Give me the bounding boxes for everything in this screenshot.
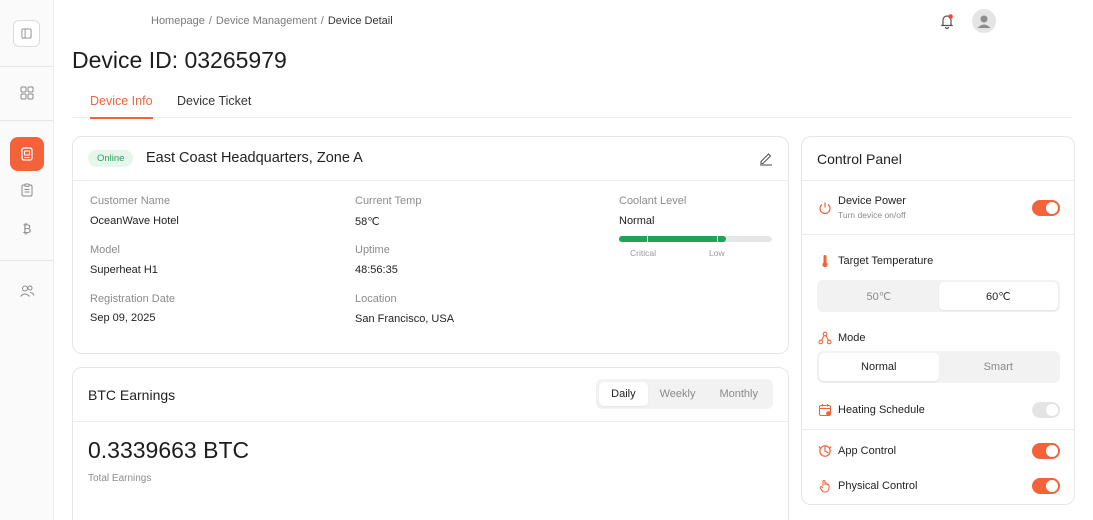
clipboard-icon [21, 183, 33, 197]
sidebar-toggle-button[interactable] [13, 20, 40, 47]
uptime-value: 48:56:35 [355, 264, 398, 276]
toggle-knob [1046, 404, 1058, 416]
row-divider [802, 429, 1074, 430]
coolant-bar-fill [619, 236, 727, 242]
user-avatar[interactable] [972, 9, 996, 33]
period-monthly-button[interactable]: Monthly [707, 382, 770, 406]
mode-option-smart[interactable]: Smart [939, 353, 1059, 381]
toggle-knob [1046, 202, 1058, 214]
mode-selector: Normal Smart [817, 351, 1060, 383]
thermometer-icon [818, 254, 832, 268]
btc-total-label: Total Earnings [88, 473, 152, 484]
control-panel-title: Control Panel [817, 151, 902, 167]
coolant-level-value: Normal [619, 215, 655, 227]
bell-icon [940, 14, 954, 30]
user-avatar-icon [977, 15, 991, 28]
current-temp-value: 58℃ [355, 216, 380, 228]
control-panel-card: Control Panel Device Power Turn device o… [801, 136, 1075, 505]
device-power-sublabel: Turn device on/off [838, 210, 906, 220]
sidebar-divider [0, 120, 53, 121]
toggle-knob [1046, 445, 1058, 457]
device-power-toggle[interactable] [1032, 200, 1060, 216]
sidebar-divider [0, 260, 53, 261]
breadcrumb: Homepage / Device Management / Device Detail [151, 15, 393, 27]
tab-bar: Device Info Device Ticket [72, 88, 1072, 119]
target-temperature-label: Target Temperature [838, 255, 934, 267]
hand-icon [818, 479, 832, 493]
users-icon [20, 285, 35, 297]
app-control-icon [818, 444, 832, 458]
breadcrumb-section[interactable]: Device Management [216, 15, 317, 27]
device-power-label: Device Power [838, 195, 906, 207]
customer-name-value: OceanWave Hotel [90, 215, 179, 227]
customer-name-label: Customer Name [90, 195, 171, 207]
heating-schedule-label: Heating Schedule [838, 404, 925, 416]
breadcrumb-home[interactable]: Homepage [151, 15, 205, 27]
current-temp-label: Current Temp [355, 195, 422, 207]
coolant-level-bar [619, 236, 772, 242]
physical-control-toggle[interactable] [1032, 478, 1060, 494]
btc-total-amount: 0.3339663 BTC [88, 437, 250, 463]
main-content: Homepage / Device Management / Device Detail… [54, 0, 1093, 520]
mode-label: Mode [838, 332, 866, 344]
mode-option-normal[interactable]: Normal [819, 353, 939, 381]
control-panel-header: Control Panel [802, 137, 1074, 181]
breadcrumb-separator: / [320, 15, 324, 27]
breadcrumb-separator: / [208, 15, 212, 27]
heating-schedule-toggle[interactable] [1032, 402, 1060, 418]
power-icon [818, 201, 832, 215]
target-temperature-selector: 50℃ 60℃ [817, 280, 1060, 312]
period-daily-button[interactable]: Daily [599, 382, 648, 406]
coolant-tick-low: Low [709, 248, 725, 258]
sidebar-item-devices[interactable] [10, 137, 44, 171]
page-title: Device ID: 03265979 [72, 47, 287, 73]
row-divider [802, 234, 1074, 235]
tab-device-ticket[interactable]: Device Ticket [177, 94, 251, 117]
btc-earnings-header: BTC Earnings Daily Weekly Monthly [73, 368, 788, 422]
calendar-icon [818, 403, 832, 417]
location-value: San Francisco, USA [355, 313, 455, 325]
location-label: Location [355, 293, 397, 305]
sidebar: ₿ [0, 0, 54, 520]
physical-control-label: Physical Control [838, 480, 918, 492]
temp-option-60[interactable]: 60℃ [938, 282, 1058, 310]
tab-device-info[interactable]: Device Info [90, 94, 153, 119]
svg-text:₿: ₿ [23, 222, 32, 236]
bitcoin-icon: ₿ [23, 222, 32, 236]
app-control-label: App Control [838, 445, 897, 457]
sidebar-item-users[interactable] [10, 274, 44, 308]
temp-option-50[interactable]: 50℃ [819, 282, 939, 310]
registration-date-value: Sep 09, 2025 [90, 312, 156, 324]
sidebar-toggle-icon [21, 28, 32, 39]
pencil-icon [760, 153, 772, 166]
mode-icon [818, 331, 832, 345]
dashboard-icon [20, 86, 34, 100]
status-badge: Online [88, 150, 134, 167]
app-control-toggle[interactable] [1032, 443, 1060, 459]
btc-earnings-card: BTC Earnings Daily Weekly Monthly 0.3339… [72, 367, 789, 520]
model-value: Superheat H1 [90, 264, 158, 276]
registration-date-label: Registration Date [90, 293, 175, 305]
notifications-button[interactable] [938, 12, 956, 30]
breadcrumb-current: Device Detail [327, 15, 393, 27]
site-name: East Coast Headquarters, Zone A [146, 150, 363, 166]
model-label: Model [90, 244, 120, 256]
period-selector: Daily Weekly Monthly [596, 379, 773, 409]
coolant-tick-critical: Critical [630, 248, 656, 258]
sidebar-item-tickets[interactable] [10, 173, 44, 207]
device-icon [21, 147, 33, 161]
btc-earnings-title: BTC Earnings [88, 387, 176, 403]
edit-button[interactable] [758, 150, 774, 166]
device-info-header: Online East Coast Headquarters, Zone A [73, 137, 788, 181]
coolant-critical-marker [647, 236, 648, 242]
period-weekly-button[interactable]: Weekly [648, 382, 708, 406]
uptime-label: Uptime [355, 244, 390, 256]
toggle-knob [1046, 480, 1058, 492]
coolant-low-marker [717, 236, 718, 242]
sidebar-divider [0, 66, 53, 67]
sidebar-item-dashboard[interactable] [10, 76, 44, 110]
coolant-level-label: Coolant Level [619, 195, 687, 207]
sidebar-item-bitcoin[interactable]: ₿ [10, 212, 44, 246]
device-info-card: Online East Coast Headquarters, Zone A C… [72, 136, 789, 354]
